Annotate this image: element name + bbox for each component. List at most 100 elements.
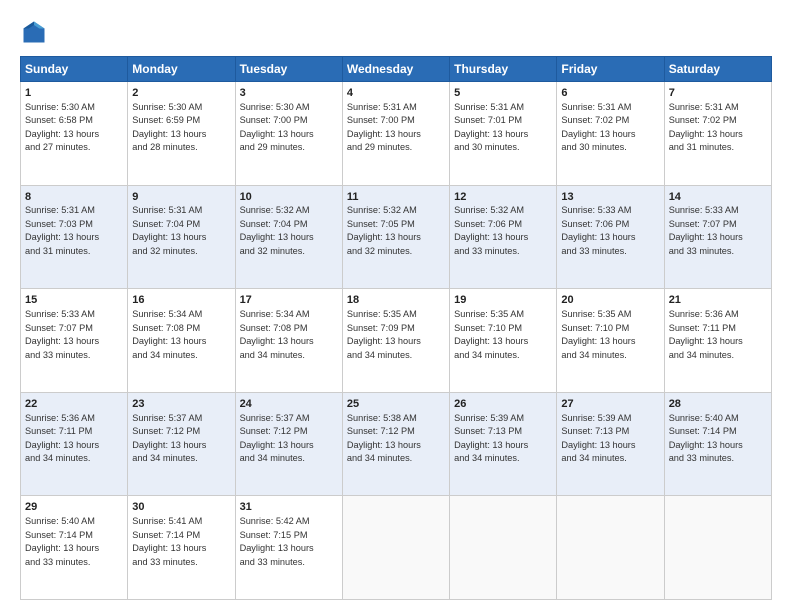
table-cell: 29Sunrise: 5:40 AM Sunset: 7:14 PM Dayli… (21, 496, 128, 600)
logo (20, 18, 52, 46)
col-tuesday: Tuesday (235, 57, 342, 82)
table-cell: 16Sunrise: 5:34 AM Sunset: 7:08 PM Dayli… (128, 289, 235, 393)
table-cell: 27Sunrise: 5:39 AM Sunset: 7:13 PM Dayli… (557, 392, 664, 496)
day-number: 12 (454, 190, 552, 205)
table-cell: 11Sunrise: 5:32 AM Sunset: 7:05 PM Dayli… (342, 185, 449, 289)
table-cell: 6Sunrise: 5:31 AM Sunset: 7:02 PM Daylig… (557, 82, 664, 186)
day-number: 26 (454, 397, 552, 412)
day-info: Sunrise: 5:39 AM Sunset: 7:13 PM Dayligh… (454, 413, 528, 464)
week-row-1: 1Sunrise: 5:30 AM Sunset: 6:58 PM Daylig… (21, 82, 772, 186)
table-cell (557, 496, 664, 600)
day-info: Sunrise: 5:34 AM Sunset: 7:08 PM Dayligh… (240, 309, 314, 360)
day-info: Sunrise: 5:31 AM Sunset: 7:04 PM Dayligh… (132, 205, 206, 256)
table-cell: 9Sunrise: 5:31 AM Sunset: 7:04 PM Daylig… (128, 185, 235, 289)
day-info: Sunrise: 5:36 AM Sunset: 7:11 PM Dayligh… (669, 309, 743, 360)
day-info: Sunrise: 5:38 AM Sunset: 7:12 PM Dayligh… (347, 413, 421, 464)
day-info: Sunrise: 5:31 AM Sunset: 7:01 PM Dayligh… (454, 102, 528, 153)
day-number: 23 (132, 397, 230, 412)
week-row-5: 29Sunrise: 5:40 AM Sunset: 7:14 PM Dayli… (21, 496, 772, 600)
day-info: Sunrise: 5:31 AM Sunset: 7:02 PM Dayligh… (561, 102, 635, 153)
day-info: Sunrise: 5:37 AM Sunset: 7:12 PM Dayligh… (132, 413, 206, 464)
table-cell (450, 496, 557, 600)
calendar-table: Sunday Monday Tuesday Wednesday Thursday… (20, 56, 772, 600)
day-info: Sunrise: 5:33 AM Sunset: 7:07 PM Dayligh… (669, 205, 743, 256)
day-info: Sunrise: 5:32 AM Sunset: 7:04 PM Dayligh… (240, 205, 314, 256)
day-info: Sunrise: 5:33 AM Sunset: 7:07 PM Dayligh… (25, 309, 99, 360)
day-number: 4 (347, 86, 445, 101)
day-number: 27 (561, 397, 659, 412)
day-number: 8 (25, 190, 123, 205)
day-number: 16 (132, 293, 230, 308)
table-cell: 31Sunrise: 5:42 AM Sunset: 7:15 PM Dayli… (235, 496, 342, 600)
week-row-3: 15Sunrise: 5:33 AM Sunset: 7:07 PM Dayli… (21, 289, 772, 393)
day-info: Sunrise: 5:40 AM Sunset: 7:14 PM Dayligh… (25, 516, 99, 567)
day-number: 21 (669, 293, 767, 308)
header (20, 18, 772, 46)
day-number: 7 (669, 86, 767, 101)
day-number: 25 (347, 397, 445, 412)
table-cell: 10Sunrise: 5:32 AM Sunset: 7:04 PM Dayli… (235, 185, 342, 289)
col-friday: Friday (557, 57, 664, 82)
day-info: Sunrise: 5:31 AM Sunset: 7:00 PM Dayligh… (347, 102, 421, 153)
day-number: 13 (561, 190, 659, 205)
day-info: Sunrise: 5:31 AM Sunset: 7:02 PM Dayligh… (669, 102, 743, 153)
table-cell: 5Sunrise: 5:31 AM Sunset: 7:01 PM Daylig… (450, 82, 557, 186)
table-cell: 8Sunrise: 5:31 AM Sunset: 7:03 PM Daylig… (21, 185, 128, 289)
table-cell: 25Sunrise: 5:38 AM Sunset: 7:12 PM Dayli… (342, 392, 449, 496)
table-cell (664, 496, 771, 600)
week-row-2: 8Sunrise: 5:31 AM Sunset: 7:03 PM Daylig… (21, 185, 772, 289)
day-number: 30 (132, 500, 230, 515)
day-info: Sunrise: 5:35 AM Sunset: 7:10 PM Dayligh… (561, 309, 635, 360)
day-number: 18 (347, 293, 445, 308)
day-number: 14 (669, 190, 767, 205)
day-number: 28 (669, 397, 767, 412)
day-info: Sunrise: 5:42 AM Sunset: 7:15 PM Dayligh… (240, 516, 314, 567)
logo-icon (20, 18, 48, 46)
day-number: 9 (132, 190, 230, 205)
table-cell: 30Sunrise: 5:41 AM Sunset: 7:14 PM Dayli… (128, 496, 235, 600)
day-info: Sunrise: 5:31 AM Sunset: 7:03 PM Dayligh… (25, 205, 99, 256)
day-number: 22 (25, 397, 123, 412)
day-info: Sunrise: 5:40 AM Sunset: 7:14 PM Dayligh… (669, 413, 743, 464)
table-cell: 21Sunrise: 5:36 AM Sunset: 7:11 PM Dayli… (664, 289, 771, 393)
day-info: Sunrise: 5:30 AM Sunset: 6:58 PM Dayligh… (25, 102, 99, 153)
table-cell: 28Sunrise: 5:40 AM Sunset: 7:14 PM Dayli… (664, 392, 771, 496)
day-info: Sunrise: 5:36 AM Sunset: 7:11 PM Dayligh… (25, 413, 99, 464)
day-number: 5 (454, 86, 552, 101)
day-number: 29 (25, 500, 123, 515)
day-info: Sunrise: 5:32 AM Sunset: 7:06 PM Dayligh… (454, 205, 528, 256)
day-info: Sunrise: 5:30 AM Sunset: 6:59 PM Dayligh… (132, 102, 206, 153)
day-info: Sunrise: 5:35 AM Sunset: 7:10 PM Dayligh… (454, 309, 528, 360)
col-wednesday: Wednesday (342, 57, 449, 82)
page: Sunday Monday Tuesday Wednesday Thursday… (0, 0, 792, 612)
table-cell: 4Sunrise: 5:31 AM Sunset: 7:00 PM Daylig… (342, 82, 449, 186)
table-cell: 7Sunrise: 5:31 AM Sunset: 7:02 PM Daylig… (664, 82, 771, 186)
table-cell: 26Sunrise: 5:39 AM Sunset: 7:13 PM Dayli… (450, 392, 557, 496)
day-number: 15 (25, 293, 123, 308)
day-info: Sunrise: 5:39 AM Sunset: 7:13 PM Dayligh… (561, 413, 635, 464)
day-info: Sunrise: 5:35 AM Sunset: 7:09 PM Dayligh… (347, 309, 421, 360)
table-cell: 22Sunrise: 5:36 AM Sunset: 7:11 PM Dayli… (21, 392, 128, 496)
table-cell: 14Sunrise: 5:33 AM Sunset: 7:07 PM Dayli… (664, 185, 771, 289)
day-number: 2 (132, 86, 230, 101)
day-number: 20 (561, 293, 659, 308)
week-row-4: 22Sunrise: 5:36 AM Sunset: 7:11 PM Dayli… (21, 392, 772, 496)
col-thursday: Thursday (450, 57, 557, 82)
day-number: 3 (240, 86, 338, 101)
day-number: 1 (25, 86, 123, 101)
day-number: 19 (454, 293, 552, 308)
calendar-header-row: Sunday Monday Tuesday Wednesday Thursday… (21, 57, 772, 82)
table-cell: 13Sunrise: 5:33 AM Sunset: 7:06 PM Dayli… (557, 185, 664, 289)
table-cell: 18Sunrise: 5:35 AM Sunset: 7:09 PM Dayli… (342, 289, 449, 393)
table-cell: 24Sunrise: 5:37 AM Sunset: 7:12 PM Dayli… (235, 392, 342, 496)
day-number: 17 (240, 293, 338, 308)
table-cell: 17Sunrise: 5:34 AM Sunset: 7:08 PM Dayli… (235, 289, 342, 393)
day-info: Sunrise: 5:30 AM Sunset: 7:00 PM Dayligh… (240, 102, 314, 153)
day-number: 24 (240, 397, 338, 412)
col-sunday: Sunday (21, 57, 128, 82)
day-info: Sunrise: 5:34 AM Sunset: 7:08 PM Dayligh… (132, 309, 206, 360)
day-info: Sunrise: 5:41 AM Sunset: 7:14 PM Dayligh… (132, 516, 206, 567)
table-cell: 15Sunrise: 5:33 AM Sunset: 7:07 PM Dayli… (21, 289, 128, 393)
table-cell: 20Sunrise: 5:35 AM Sunset: 7:10 PM Dayli… (557, 289, 664, 393)
table-cell: 23Sunrise: 5:37 AM Sunset: 7:12 PM Dayli… (128, 392, 235, 496)
